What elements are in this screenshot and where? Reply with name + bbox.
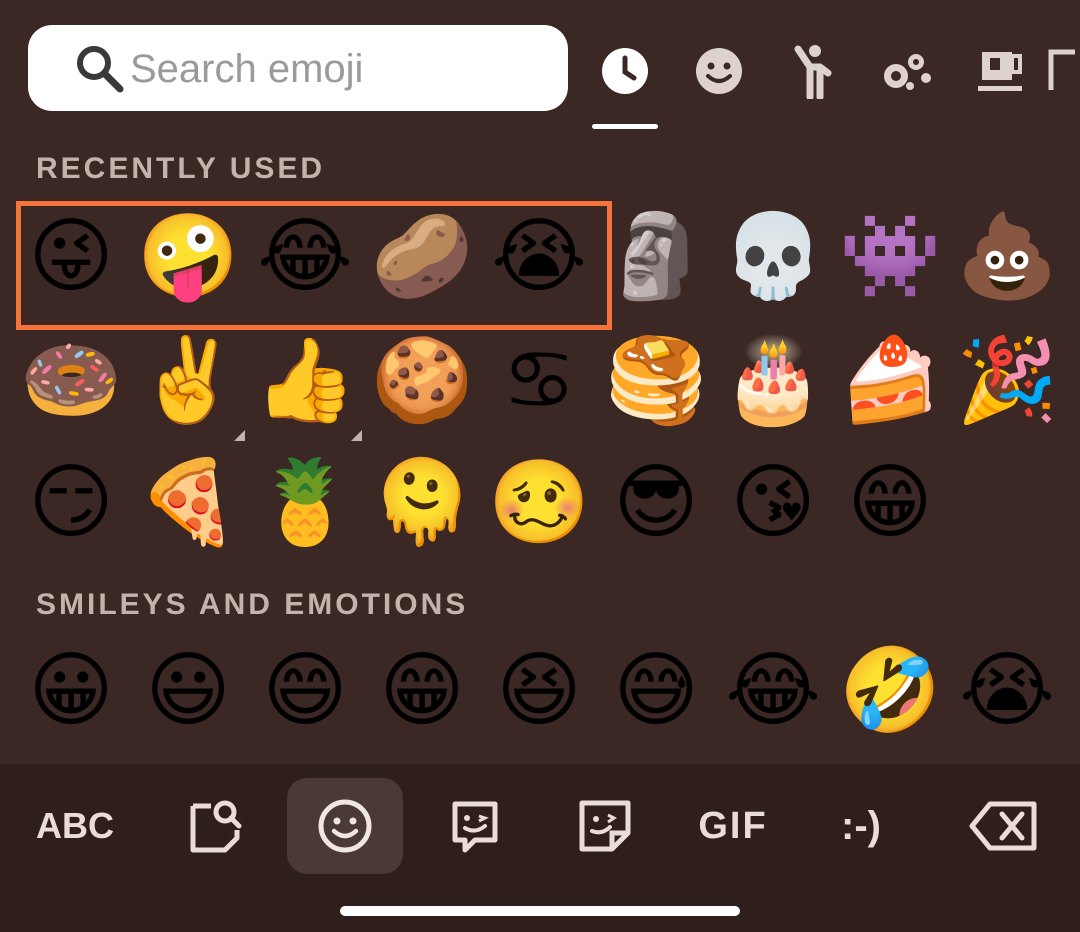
emoji-party-popper[interactable]: 🎉	[954, 328, 1060, 434]
emoji-beaming-face[interactable]: 😁	[837, 450, 943, 556]
emoji-pile-of-poo[interactable]: 💩	[954, 204, 1060, 310]
emoji-loudly-crying[interactable]: 😭	[954, 638, 1060, 744]
emoji-squinting-laugh[interactable]: 😆	[486, 638, 592, 744]
tab-more[interactable]	[1045, 40, 1080, 102]
tab-recent[interactable]	[587, 40, 663, 102]
emoji-winking-tongue[interactable]: 😜	[18, 204, 124, 310]
emoji-potato[interactable]: 🥔	[369, 204, 475, 310]
section-title-smileys: SMILEYS AND EMOTIONS	[36, 588, 469, 621]
gif-key[interactable]: GIF	[675, 778, 791, 874]
emoji-zany-face[interactable]: 🤪	[135, 204, 241, 310]
backspace-key[interactable]	[946, 778, 1062, 874]
clock-icon	[602, 48, 648, 94]
smiley-icon	[318, 799, 372, 853]
emoji-cancer[interactable]: ♋	[486, 328, 592, 434]
search-input[interactable]	[128, 39, 552, 99]
sticker-search-icon	[190, 800, 242, 853]
emoticon-label: :-)	[841, 803, 881, 848]
emoji-pancakes[interactable]: 🥞	[603, 328, 709, 434]
tab-nature[interactable]	[869, 40, 945, 102]
tab-food[interactable]	[963, 40, 1039, 102]
abc-label: ABC	[36, 805, 114, 846]
search-box[interactable]	[28, 25, 568, 111]
cup-icon	[978, 52, 1022, 91]
emoticon-key[interactable]: :-)	[803, 778, 919, 874]
home-indicator[interactable]	[340, 906, 740, 916]
abc-key[interactable]: ABC	[17, 778, 133, 874]
emoji-rolling-laughing[interactable]: 🤣	[837, 638, 943, 744]
emoji-smirking[interactable]: 😏	[18, 450, 124, 556]
emoji-shortcake[interactable]: 🍰	[837, 328, 943, 434]
category-tabs	[585, 22, 1080, 132]
gif-label: GIF	[698, 804, 768, 847]
emoji-grinning-smiling-eyes[interactable]: 😄	[252, 638, 358, 744]
emoji-beaming[interactable]: 😁	[369, 638, 475, 744]
emoji-skull[interactable]: 💀	[720, 204, 826, 310]
emoji-victory-hand[interactable]: ✌️	[135, 328, 241, 434]
emoji-grinning[interactable]: 😀	[18, 638, 124, 744]
emoji-tears-of-joy[interactable]: 😂	[720, 638, 826, 744]
section-title-recent: RECENTLY USED	[36, 152, 326, 185]
emoji-pineapple[interactable]: 🍍	[252, 450, 358, 556]
sticker-search-key[interactable]	[157, 778, 273, 874]
emoji-alien-monster[interactable]: 👾	[837, 204, 943, 310]
emoji-doughnut[interactable]: 🍩	[18, 328, 124, 434]
skin-tone-variant-marker	[234, 430, 245, 441]
flower-icon	[884, 54, 931, 90]
smiley-icon	[696, 48, 742, 94]
emoji-loudly-crying[interactable]: 😭	[486, 204, 592, 310]
tab-people[interactable]	[775, 40, 851, 102]
backspace-icon	[969, 801, 1037, 851]
person-icon	[794, 45, 832, 99]
bitmoji-key[interactable]	[417, 778, 533, 874]
emoji-melting-face[interactable]: 🫠	[369, 450, 475, 556]
sticker-icon	[579, 800, 631, 852]
tab-smileys[interactable]	[681, 40, 757, 102]
wink-bubble-icon	[452, 801, 498, 853]
emoji-pizza[interactable]: 🍕	[135, 450, 241, 556]
emoji-woozy-face[interactable]: 🥴	[486, 450, 592, 556]
emoji-thumbs-up[interactable]: 👍	[252, 328, 358, 434]
partial-icon	[1048, 49, 1075, 90]
emoji-grinning-big-eyes[interactable]: 😃	[135, 638, 241, 744]
sticker-key[interactable]	[547, 778, 663, 874]
skin-tone-variant-marker	[351, 430, 362, 441]
emoji-sunglasses[interactable]: 😎	[603, 450, 709, 556]
emoji-blowing-kiss[interactable]: 😘	[720, 450, 826, 556]
emoji-cookie[interactable]: 🍪	[369, 328, 475, 434]
emoji-sweat-smile[interactable]: 😅	[603, 638, 709, 744]
keyboard-bottom-bar: ABC GIF :-)	[0, 764, 1080, 932]
emoji-moai[interactable]: 🗿	[603, 204, 709, 310]
selected-tab-indicator	[592, 124, 658, 129]
emoji-tears-of-joy[interactable]: 😂	[252, 204, 358, 310]
emoji-key[interactable]	[287, 778, 403, 874]
search-icon	[77, 46, 124, 93]
emoji-birthday-cake[interactable]: 🎂	[720, 328, 826, 434]
